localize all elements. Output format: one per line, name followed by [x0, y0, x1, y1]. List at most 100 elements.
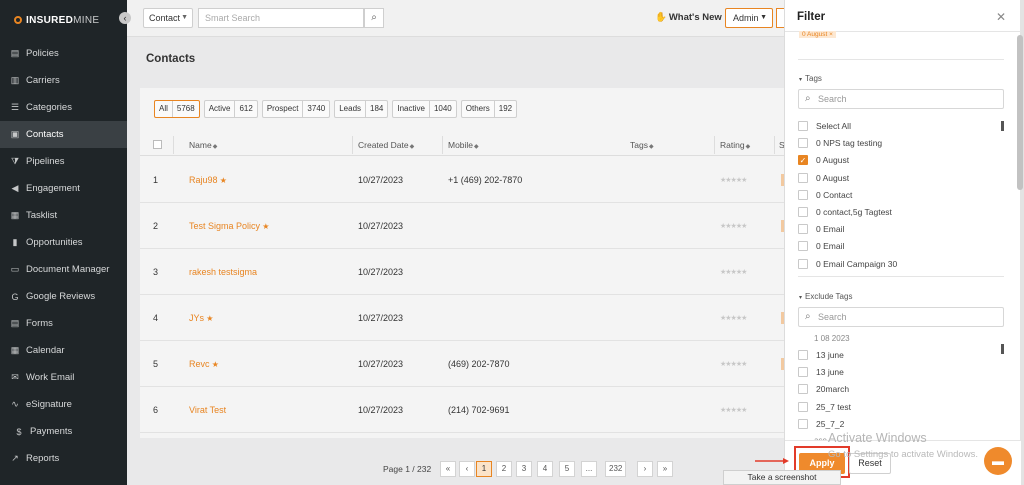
- page-button[interactable]: 5: [559, 461, 575, 477]
- page-button[interactable]: 4: [537, 461, 553, 477]
- tag-checkbox[interactable]: [798, 258, 808, 269]
- tag-option[interactable]: 0 Email: [798, 222, 844, 236]
- sidebar-item-engagement[interactable]: ◀ Engagement: [0, 175, 127, 202]
- sidebar-item-opportunities[interactable]: ▮ Opportunities: [0, 229, 127, 256]
- filter-chip-others[interactable]: Others 192: [460, 100, 518, 118]
- page-button[interactable]: ›: [637, 461, 653, 477]
- sidebar-item-pipelines[interactable]: ⧩ Pipelines: [0, 148, 127, 175]
- tag-checkbox[interactable]: [798, 207, 808, 217]
- sidebar-item-categories[interactable]: ☰ Categories: [0, 94, 127, 121]
- tag-option[interactable]: 0 August: [798, 171, 849, 185]
- rating-stars-icon[interactable]: ★★★★★: [720, 360, 747, 368]
- page-button[interactable]: ...: [581, 461, 597, 477]
- sidebar-item-contacts[interactable]: ▣ Contacts: [0, 121, 127, 148]
- table-row[interactable]: 6 Virat Test 10/27/2023 (214) 702-9691 ★★★★★: [140, 387, 787, 433]
- panel-scrollbar-thumb[interactable]: [1017, 35, 1023, 190]
- collapse-sidebar-icon[interactable]: ‹: [119, 12, 131, 24]
- tag-option[interactable]: 0 contact,5g Tagtest: [798, 205, 892, 219]
- sidebar-item-payments[interactable]: $ Payments: [0, 418, 127, 445]
- sidebar-item-work-email[interactable]: ✉ Work Email: [0, 364, 127, 391]
- page-button[interactable]: »: [657, 461, 673, 477]
- rating-stars-icon[interactable]: ★★★★★: [720, 314, 747, 322]
- contact-name-link[interactable]: Raju98 ★: [189, 175, 227, 185]
- contact-name-link[interactable]: Virat Test: [189, 405, 226, 415]
- column-header-created-date[interactable]: Created Date◆: [358, 140, 414, 150]
- tag-checkbox[interactable]: [798, 121, 808, 131]
- filter-chip-inactive[interactable]: Inactive 1040: [392, 100, 457, 118]
- column-header-tags[interactable]: Tags◆: [630, 140, 654, 150]
- tag-option[interactable]: 0 Email: [798, 239, 844, 253]
- chat-launcher-button[interactable]: ▬: [984, 447, 1012, 475]
- rating-stars-icon[interactable]: ★★★★★: [720, 222, 747, 230]
- column-header-rating[interactable]: Rating◆: [720, 140, 750, 150]
- filter-chip-all[interactable]: All 5768: [154, 100, 200, 118]
- close-icon[interactable]: ✕: [996, 10, 1006, 24]
- whats-new-link[interactable]: ✋ What's New: [655, 12, 722, 23]
- entity-select[interactable]: Contact ▼: [143, 8, 193, 28]
- search-button[interactable]: ⌕: [364, 8, 384, 28]
- filter-chip-prospect[interactable]: Prospect 3740: [261, 100, 331, 118]
- tags-list-scrollbar[interactable]: [1001, 121, 1004, 131]
- sidebar-item-carriers[interactable]: ▥ Carriers: [0, 67, 127, 94]
- selected-tag-chip[interactable]: 0 August ×: [799, 31, 836, 38]
- tag-option[interactable]: 0 Contact: [798, 188, 852, 202]
- sidebar-item-policies[interactable]: ▤ Policies: [0, 40, 127, 67]
- column-header-mobile[interactable]: Mobile◆: [448, 140, 479, 150]
- sidebar-item-tasklist[interactable]: ▦ Tasklist: [0, 202, 127, 229]
- tag-option[interactable]: 0 NPS tag testing: [798, 136, 882, 150]
- sidebar-item-esignature[interactable]: ∿ eSignature: [0, 391, 127, 418]
- column-header-name[interactable]: Name◆: [189, 140, 217, 150]
- tag-checkbox[interactable]: [798, 172, 808, 183]
- page-button[interactable]: 2: [496, 461, 512, 477]
- exclude-tags-list-scrollbar[interactable]: [1001, 344, 1004, 354]
- tags-search-input[interactable]: ⌕ Search: [798, 89, 1004, 109]
- exclude-tags-section-toggle[interactable]: ▾ Exclude Tags: [799, 292, 852, 301]
- tag-option[interactable]: 13 june: [798, 365, 844, 379]
- tag-option[interactable]: ✓ 0 August: [798, 153, 849, 167]
- tag-checkbox[interactable]: ✓: [798, 155, 808, 166]
- contact-name-link[interactable]: Test Sigma Policy ★: [189, 221, 269, 231]
- tag-option[interactable]: Select All: [798, 119, 851, 133]
- contact-name-link[interactable]: Revc ★: [189, 359, 219, 369]
- table-row[interactable]: 4 JYs ★ 10/27/2023 ★★★★★: [140, 295, 787, 341]
- tag-option[interactable]: 25_7 test: [798, 400, 851, 414]
- sidebar-item-calendar[interactable]: ▦ Calendar: [0, 337, 127, 364]
- table-row[interactable]: 5 Revc ★ 10/27/2023 (469) 202-7870 ★★★★★: [140, 341, 787, 387]
- page-button[interactable]: 3: [516, 461, 532, 477]
- tag-option[interactable]: 13 june: [798, 348, 844, 362]
- tag-option[interactable]: 25_7_2: [798, 417, 844, 431]
- select-all-rows-checkbox[interactable]: [153, 140, 162, 149]
- page-button[interactable]: «: [440, 461, 456, 477]
- tag-checkbox[interactable]: [798, 224, 808, 235]
- rating-stars-icon[interactable]: ★★★★★: [720, 268, 747, 276]
- page-button[interactable]: ‹: [459, 461, 475, 477]
- filter-chip-leads[interactable]: Leads 184: [334, 100, 389, 118]
- admin-dropdown[interactable]: Admin ▼: [725, 8, 773, 28]
- tag-option[interactable]: 0 Email Campaign 30: [798, 257, 897, 271]
- tag-checkbox[interactable]: [798, 418, 808, 429]
- tag-checkbox[interactable]: [798, 384, 808, 395]
- exclude-tags-search-input[interactable]: ⌕ Search: [798, 307, 1004, 327]
- brand-logo[interactable]: INSURED MINE: [0, 0, 127, 40]
- contact-name-link[interactable]: JYs ★: [189, 313, 213, 323]
- table-row[interactable]: 2 Test Sigma Policy ★ 10/27/2023 ★★★★★: [140, 203, 787, 249]
- page-button[interactable]: 1: [476, 461, 492, 477]
- tag-checkbox[interactable]: [798, 189, 808, 200]
- tag-checkbox[interactable]: [798, 401, 808, 412]
- filter-chip-active[interactable]: Active 612: [203, 100, 258, 118]
- sidebar-item-document-manager[interactable]: ▭ Document Manager: [0, 256, 127, 283]
- table-row[interactable]: 3 rakesh testsigma 10/27/2023 ★★★★★: [140, 249, 787, 295]
- sidebar-item-forms[interactable]: ▤ Forms: [0, 310, 127, 337]
- tags-section-toggle[interactable]: ▾ Tags: [799, 74, 822, 83]
- tag-checkbox[interactable]: [798, 241, 808, 252]
- page-button[interactable]: 232: [605, 461, 627, 477]
- rating-stars-icon[interactable]: ★★★★★: [720, 176, 747, 184]
- smart-search-input[interactable]: Smart Search: [198, 8, 364, 28]
- tag-option[interactable]: 20march: [798, 382, 849, 396]
- sidebar-item-reports[interactable]: ↗ Reports: [0, 445, 127, 472]
- contact-name-link[interactable]: rakesh testsigma: [189, 267, 257, 277]
- tag-checkbox[interactable]: [798, 350, 808, 360]
- sidebar-item-google-reviews[interactable]: G Google Reviews: [0, 283, 127, 310]
- rating-stars-icon[interactable]: ★★★★★: [720, 406, 747, 414]
- tag-checkbox[interactable]: [798, 367, 808, 378]
